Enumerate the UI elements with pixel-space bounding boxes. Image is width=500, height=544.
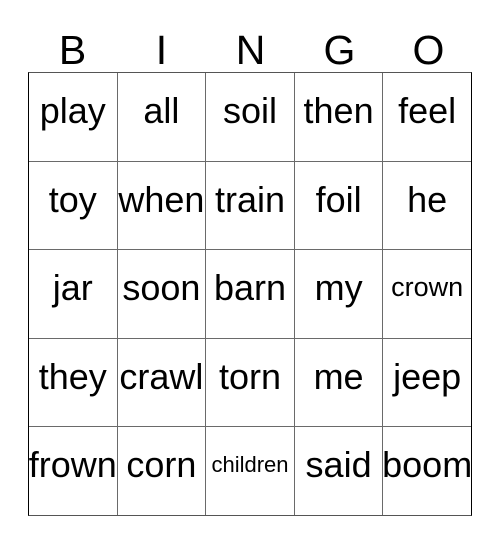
bingo-cell-word: frown — [29, 444, 117, 486]
bingo-cell[interactable]: all — [118, 73, 207, 161]
header-letter-o: O — [412, 27, 445, 73]
bingo-cell[interactable]: they — [29, 338, 118, 427]
bingo-cell[interactable]: feel — [383, 73, 471, 161]
bingo-cell[interactable]: frown — [29, 427, 118, 515]
bingo-cell-word: soon — [122, 267, 201, 309]
bingo-cell-word: jeep — [393, 355, 462, 397]
bingo-cell-word: toy — [48, 178, 97, 220]
bingo-cell[interactable]: barn — [206, 250, 295, 338]
bingo-cell-word: he — [407, 178, 448, 220]
bingo-header: B I N G O — [28, 22, 473, 72]
bingo-cell[interactable]: play — [29, 73, 118, 161]
bingo-cell-word: they — [38, 355, 107, 397]
bingo-row: they crawl torn me jeep — [29, 338, 471, 428]
bingo-grid: play all soil then feel toy when train f… — [28, 72, 472, 516]
bingo-cell-word: jar — [52, 267, 93, 309]
bingo-cell[interactable]: toy — [29, 161, 118, 250]
bingo-cell[interactable]: then — [295, 73, 384, 161]
header-letter-i: I — [155, 27, 168, 73]
header-letter-n: N — [235, 27, 266, 73]
bingo-cell-word: all — [143, 90, 180, 131]
bingo-cell-word: children — [211, 452, 289, 478]
bingo-cell[interactable]: jar — [29, 250, 118, 338]
bingo-cell[interactable]: when — [118, 161, 207, 250]
bingo-cell[interactable]: said — [295, 427, 384, 515]
bingo-cell[interactable]: soil — [206, 73, 295, 161]
bingo-cell-word: train — [214, 178, 285, 220]
bingo-cell[interactable]: crown — [383, 250, 471, 338]
bingo-cell[interactable]: jeep — [383, 339, 471, 427]
header-letter-b: B — [58, 27, 87, 73]
bingo-cell[interactable]: corn — [118, 427, 207, 515]
bingo-cell[interactable]: my — [295, 250, 384, 338]
bingo-cell-word: crown — [391, 272, 464, 303]
bingo-cell[interactable]: me — [295, 338, 384, 427]
bingo-cell[interactable]: boom — [383, 427, 471, 515]
bingo-cell[interactable]: children — [206, 427, 295, 515]
bingo-cell-word: said — [305, 444, 372, 486]
header-letter-g: G — [323, 27, 356, 73]
bingo-cell-word: when — [118, 178, 205, 220]
bingo-cell-word: barn — [213, 267, 287, 309]
bingo-row: play all soil then feel — [29, 73, 471, 162]
bingo-cell[interactable]: train — [206, 161, 295, 250]
bingo-cell-word: feel — [398, 90, 457, 131]
bingo-cell-word: my — [314, 267, 363, 309]
bingo-row: toy when train foil he — [29, 161, 471, 251]
bingo-cell-word: foil — [315, 178, 362, 220]
bingo-cell[interactable]: soon — [118, 250, 207, 338]
bingo-cell-word: corn — [126, 444, 197, 486]
bingo-row: jar soon barn my crown — [29, 250, 471, 339]
bingo-cell-word: soil — [222, 90, 277, 131]
bingo-cell-word: torn — [218, 355, 281, 397]
bingo-row: frown corn children said boom — [29, 427, 471, 515]
bingo-cell[interactable]: crawl — [118, 338, 207, 427]
bingo-cell-word: crawl — [119, 355, 204, 397]
bingo-cell-word: then — [303, 90, 374, 131]
bingo-cell[interactable]: he — [383, 162, 471, 250]
bingo-card: B I N G O play all soil then feel toy wh… — [0, 0, 500, 544]
bingo-cell[interactable]: torn — [206, 338, 295, 427]
bingo-cell-word: me — [313, 355, 364, 397]
bingo-cell[interactable]: foil — [295, 161, 384, 250]
bingo-cell-word: play — [39, 90, 106, 131]
bingo-cell-word: boom — [383, 444, 471, 486]
